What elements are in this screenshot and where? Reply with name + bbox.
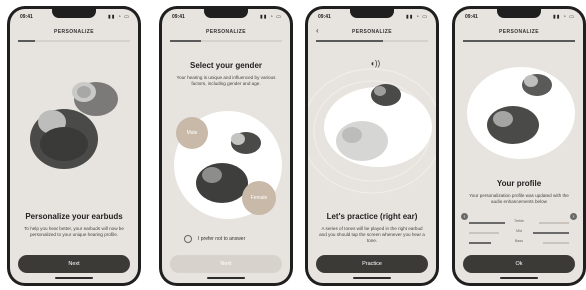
eq-bar-left-treble (469, 222, 505, 224)
page-description: Your hearing is unique and influenced by… (176, 75, 276, 87)
next-button[interactable]: Next (18, 255, 130, 273)
status-time: 09:41 (172, 14, 185, 20)
eq-bar-right-mid (533, 232, 569, 234)
progress-bar (170, 40, 282, 42)
progress-fill (18, 40, 35, 42)
eq-row-bass: Bass (465, 239, 573, 246)
eq-label-treble: Treble (513, 219, 525, 223)
status-time: 09:41 (20, 14, 33, 20)
next-button[interactable]: Next (170, 255, 282, 273)
status-bar: 09:41 ▮▮ ◔ ▭ (455, 13, 583, 23)
status-time: 09:41 (465, 14, 478, 20)
progress-bar (18, 40, 130, 42)
status-bar: 09:41 ▮▮ ◔ ▭ (10, 13, 138, 23)
page-title: Let's practice (right ear) (326, 212, 418, 221)
screen-header: PERSONALIZE (499, 29, 539, 35)
practice-button[interactable]: Practice (316, 255, 428, 273)
page-description: Your personalization profile was updated… (469, 193, 569, 205)
phone-frame-1: 09:41 ▮▮ ◔ ▭ PERSONALIZE Personalize you… (7, 6, 141, 286)
page-title: Personalize your earbuds (25, 212, 123, 221)
screen-header: PERSONALIZE (352, 29, 392, 35)
phone-frame-2: 09:41 ▮▮ ◔ ▭ PERSONALIZE Select your gen… (159, 6, 293, 286)
eq-bar-right-treble (539, 222, 569, 224)
home-indicator (500, 277, 538, 279)
status-icons: ▮▮ ◔ ▭ (552, 14, 575, 20)
progress-bar (316, 40, 428, 42)
home-indicator (55, 277, 93, 279)
prefer-not-answer-label: I prefer not to answer (198, 236, 246, 242)
status-bar: 09:41 ▮▮ ◔ ▭ (308, 13, 436, 23)
status-time: 09:41 (318, 14, 331, 20)
screen-practice-right-ear: 09:41 ▮▮ ◔ ▭ ‹ PERSONALIZE ◖)) Let's pra… (308, 9, 436, 283)
eq-label-mid: Mid (516, 229, 522, 233)
status-bar: 09:41 ▮▮ ◔ ▭ (162, 13, 290, 23)
earbuds-image (467, 67, 575, 159)
page-description: A series of tones will be played in the … (319, 226, 425, 244)
practice-illustration (308, 68, 436, 194)
page-description: To help you hear better, your earbuds wi… (24, 226, 124, 238)
gender-option-male[interactable]: Male (176, 117, 208, 149)
home-indicator (207, 277, 245, 279)
screen-select-gender: 09:41 ▮▮ ◔ ▭ PERSONALIZE Select your gen… (162, 9, 290, 283)
eq-bar-left-mid (469, 232, 499, 234)
audio-enhancement-equalizer: ‹ › Treble Mid Bass (461, 213, 577, 253)
speaker-sound-icon: ◖)) (370, 59, 381, 68)
prefer-not-answer-radio[interactable] (184, 235, 192, 243)
screen-header: PERSONALIZE (54, 29, 94, 35)
home-indicator (353, 277, 391, 279)
screen-personalize-earbuds: 09:41 ▮▮ ◔ ▭ PERSONALIZE Personalize you… (10, 9, 138, 283)
screen-your-profile: 09:41 ▮▮ ◔ ▭ PERSONALIZE Your profile Yo… (455, 9, 583, 283)
progress-fill (316, 40, 384, 42)
eq-label-bass: Bass (515, 239, 523, 243)
page-title: Your profile (496, 179, 542, 188)
phone-frame-4: 09:41 ▮▮ ◔ ▭ PERSONALIZE Your profile Yo… (452, 6, 586, 286)
phone-frame-3: 09:41 ▮▮ ◔ ▭ ‹ PERSONALIZE ◖)) Let's pra… (305, 6, 439, 286)
gender-option-female[interactable]: Female (242, 181, 276, 215)
ok-button[interactable]: Ok (463, 255, 575, 273)
eq-bar-left-bass (469, 242, 491, 244)
eq-row-mid: Mid (465, 229, 573, 236)
status-icons: ▮▮ ◔ ▭ (259, 14, 282, 20)
progress-fill (170, 40, 202, 42)
screen-header: PERSONALIZE (206, 29, 246, 35)
prefer-not-answer-row[interactable]: I prefer not to answer (184, 235, 245, 243)
progress-fill (463, 40, 575, 42)
status-icons: ▮▮ ◔ ▭ (107, 14, 130, 20)
earbuds-image (30, 82, 118, 169)
progress-bar (463, 40, 575, 42)
page-title: Select your gender (189, 61, 263, 70)
eq-row-treble: Treble (465, 219, 573, 226)
eq-bar-right-bass (543, 242, 569, 244)
status-icons: ▮▮ ◔ ▭ (405, 14, 428, 20)
